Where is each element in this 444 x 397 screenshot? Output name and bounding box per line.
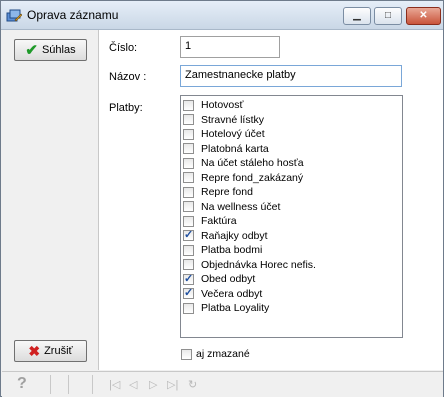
last-record-icon[interactable]: ▷| <box>167 378 178 391</box>
platby-checkbox[interactable] <box>183 228 194 242</box>
platby-list-item[interactable]: Faktúra <box>183 214 400 229</box>
platby-item-label: Platobná karta <box>201 142 269 155</box>
platby-checkbox[interactable] <box>183 302 194 314</box>
platby-checkbox[interactable] <box>183 99 194 111</box>
minimize-button[interactable]: ▁ <box>343 7 371 25</box>
next-record-icon[interactable]: ▷ <box>149 378 157 391</box>
nazov-field[interactable]: Zamestnanecke platby <box>180 65 402 87</box>
platby-list-item[interactable]: Na účet stáleho hosťa <box>183 156 400 171</box>
platby-list-item[interactable]: Obed odbyt <box>183 272 400 287</box>
maximize-icon: □ <box>384 10 392 21</box>
platby-item-label: Na účet stáleho hosťa <box>201 157 304 170</box>
zmazane-checkbox[interactable] <box>181 348 192 360</box>
platby-list-item[interactable]: Raňajky odbyt <box>183 228 400 244</box>
platby-checkbox[interactable] <box>183 186 194 198</box>
platby-list-item[interactable]: Večera odbyt <box>183 286 400 302</box>
question-icon[interactable]: ? <box>17 375 27 393</box>
close-icon: ✕ <box>419 10 428 21</box>
platby-list-item[interactable]: Platba Loyality <box>183 301 400 316</box>
zrusit-label: Zrušiť <box>44 345 73 357</box>
platby-checkbox[interactable] <box>183 259 194 271</box>
platby-list-item[interactable]: Platba bodmi <box>183 243 400 258</box>
title-bar[interactable]: Oprava záznamu ▁ □ ✕ <box>1 1 443 30</box>
previous-record-icon[interactable]: ◁ <box>129 378 137 391</box>
zmazane-checkbox-row[interactable]: aj zmazané <box>181 348 250 360</box>
platby-item-label: Obed odbyt <box>201 273 256 286</box>
platby-checkbox[interactable] <box>183 114 194 126</box>
suhlas-label: Súhlas <box>41 44 76 56</box>
platby-item-label: Faktúra <box>201 215 237 228</box>
platby-list-item[interactable]: Hotelový účet <box>183 127 400 142</box>
platby-item-label: Stravné lístky <box>201 113 265 126</box>
platby-checklist[interactable]: Hotovosť Stravné lístky Hotelový účet Plato… <box>180 95 403 338</box>
platby-item-label: Na wellness účet <box>201 200 281 213</box>
platby-item-label: Platba bodmi <box>201 244 263 257</box>
maximize-button[interactable]: □ <box>374 7 402 25</box>
platby-checkbox[interactable] <box>183 128 194 140</box>
suhlas-button[interactable]: ✔ Súhlas <box>14 39 87 61</box>
cislo-label: Číslo: <box>109 42 138 54</box>
cislo-field[interactable]: 1 <box>180 36 280 58</box>
platby-list-item[interactable]: Repre fond <box>183 185 400 200</box>
platby-item-label: Repre fond_zakázaný <box>201 171 304 184</box>
refresh-icon[interactable]: ↻ <box>188 378 197 391</box>
platby-list-item[interactable]: Platobná karta <box>183 142 400 157</box>
action-panel: ✔ Súhlas ✖ Zrušiť <box>2 30 99 370</box>
minimize-icon: ▁ <box>353 10 361 21</box>
zrusit-button[interactable]: ✖ Zrušiť <box>14 340 87 362</box>
platby-list-item[interactable]: Objednávka Horec nefis. <box>183 258 400 273</box>
platby-checkbox[interactable] <box>183 201 194 213</box>
first-record-icon[interactable]: |◁ <box>109 378 120 391</box>
platby-checkbox[interactable] <box>183 143 194 155</box>
nazov-label: Názov : <box>109 71 147 83</box>
platby-checkbox[interactable] <box>183 157 194 169</box>
platby-item-label: Objednávka Horec nefis. <box>201 258 316 271</box>
dialog-window: Oprava záznamu ▁ □ ✕ ✔ Súhlas ✖ Zrušiť Č… <box>0 0 444 397</box>
platby-list-item[interactable]: Stravné lístky <box>183 113 400 128</box>
platby-list-item[interactable]: Repre fond_zakázaný <box>183 171 400 186</box>
platby-list-item[interactable]: Na wellness účet <box>183 200 400 215</box>
cross-icon: ✖ <box>28 342 41 359</box>
zmazane-label: aj zmazané <box>196 348 250 360</box>
platby-label: Platby: <box>109 102 143 114</box>
checkmark-icon: ✔ <box>25 42 38 59</box>
platby-checkbox[interactable] <box>183 215 194 227</box>
status-separator <box>68 375 69 394</box>
platby-checkbox[interactable] <box>183 172 194 184</box>
status-separator <box>92 375 93 394</box>
platby-list-item[interactable]: Hotovosť <box>183 98 400 113</box>
platby-item-label: Repre fond <box>201 186 253 199</box>
status-separator <box>50 375 51 394</box>
platby-checkbox[interactable] <box>183 286 194 300</box>
platby-item-label: Hotovosť <box>201 99 244 112</box>
platby-item-label: Raňajky odbyt <box>201 229 268 242</box>
platby-checkbox[interactable] <box>183 272 194 285</box>
close-button[interactable]: ✕ <box>406 7 441 25</box>
platby-item-label: Platba Loyality <box>201 302 270 315</box>
window-title: Oprava záznamu <box>27 8 119 22</box>
platby-item-label: Večera odbyt <box>201 287 263 300</box>
edit-records-icon <box>6 9 22 22</box>
platby-checkbox[interactable] <box>183 244 194 256</box>
status-bar: ? |◁ ◁ ▷ ▷| ↻ <box>2 371 443 397</box>
platby-item-label: Hotelový účet <box>201 128 265 141</box>
